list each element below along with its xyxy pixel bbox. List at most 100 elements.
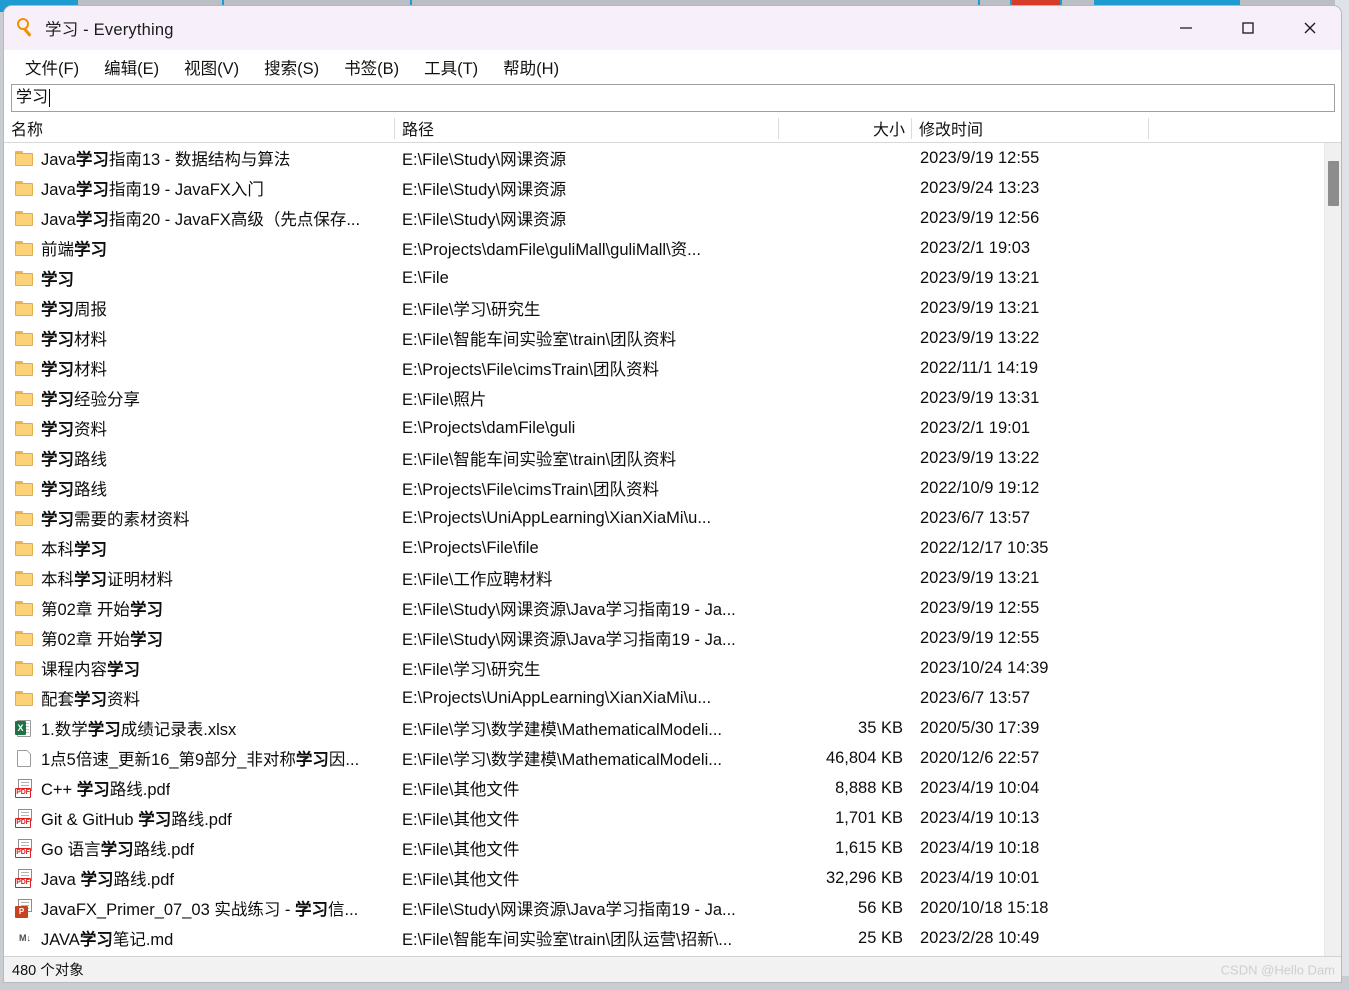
name-suffix: 路线.pdf [171,811,232,829]
table-row[interactable]: 前端学习 E:\Projects\damFile\guliMall\guliMal… [4,233,1324,263]
search-input[interactable]: 学习 [11,84,1335,112]
column-header-size[interactable]: 大小 [779,114,912,142]
name-prefix: Java [41,151,76,169]
table-row[interactable]: 学习路线 E:\Projects\File\cimsTrain\团队资料 2022/… [4,473,1324,503]
table-row[interactable]: 学习资料 E:\Projects\damFile\guli 2023/2/1 19:… [4,413,1324,443]
close-button[interactable] [1279,6,1341,50]
table-row[interactable]: 第02章 开始学习 E:\File\Study\网课资源\Java学习指南19 -… [4,593,1324,623]
table-row[interactable]: 学习材料 E:\File\智能车间实验室\train\团队资料 2023/9/19 … [4,323,1324,353]
table-row[interactable]: 学习周报 E:\File\学习\研究生 2023/9/19 13:21 [4,293,1324,323]
name-suffix: 周报 [74,301,107,319]
file-name-label: 第02章 开始学习 [41,596,163,620]
column-header-date[interactable]: 修改时间 [912,114,1149,142]
folder-icon [15,359,35,378]
table-row[interactable]: M↓ JAVA学习笔记.md E:\File\智能车间实验室\train\团队运营\… [4,923,1324,953]
menu-tools[interactable]: 工具(T) [415,52,487,82]
file-name-label: 前端学习 [41,236,107,260]
cell-name: 学习 [4,266,395,290]
name-prefix: Java [41,211,76,229]
name-suffix: 资料 [107,691,140,709]
menu-search[interactable]: 搜索(S) [255,52,328,82]
search-term-highlight: 学习 [79,931,113,949]
table-row[interactable]: 本科学习 E:\Projects\File\file 2022/12/17 10:3… [4,533,1324,563]
maximize-button[interactable] [1217,6,1279,50]
file-name-label: 学习材料 [41,356,107,380]
name-prefix: 前端 [41,241,74,259]
search-term-highlight: 学习 [41,421,74,439]
menu-edit[interactable]: 编辑(E) [95,52,168,82]
file-name-label: 课程内容学习 [41,656,140,680]
cell-name: P JavaFX_Primer_07_03 实战练习 - 学习信... [4,896,395,920]
file-name-label: Java学习指南13 - 数据结构与算法 [41,146,290,170]
column-header-date-label: 修改时间 [919,122,984,139]
name-suffix: 证明材料 [107,571,173,589]
table-row[interactable]: PDF C++ 学习路线.pdf E:\File\其他文件 8,888 KB 2023/… [4,773,1324,803]
menu-view[interactable]: 视图(V) [175,52,248,82]
menu-file[interactable]: 文件(F) [16,52,88,82]
file-name-label: 学习周报 [41,296,107,320]
cell-size: 25 KB [858,928,903,947]
file-name-label: 学习材料 [41,326,107,350]
results-list: Java学习指南13 - 数据结构与算法 E:\File\Study\网课资源 20… [4,143,1324,956]
search-term-highlight: 学习 [41,271,74,289]
cell-date: 2023/4/19 10:18 [920,838,1040,857]
vertical-scrollbar[interactable] [1324,143,1341,956]
cell-size: 35 KB [858,718,903,737]
cell-name: 学习需要的素材资料 [4,506,395,530]
file-name-label: Git & GitHub 学习路线.pdf [41,806,232,830]
search-bar-container: 学习 [4,84,1341,114]
table-row[interactable]: P JavaFX_Primer_07_03 实战练习 - 学习信... E:\Fil… [4,893,1324,923]
column-header-name[interactable]: 名称 [4,114,395,142]
cell-path: E:\File\智能车间实验室\train\团队资料 [402,451,677,469]
table-row[interactable]: 课程内容学习 E:\File\学习\研究生 2023/10/24 14:39 [4,653,1324,683]
table-row[interactable]: 学习材料 E:\Projects\File\cimsTrain\团队资料 2022/… [4,353,1324,383]
cell-date: 2023/9/24 13:23 [920,178,1040,197]
table-row[interactable]: X 1.数学学习成绩记录表.xlsx E:\File\学习\数学建模\Mathema… [4,713,1324,743]
menu-help[interactable]: 帮助(H) [494,52,568,82]
menu-bookmark[interactable]: 书签(B) [335,52,408,82]
minimize-button[interactable] [1155,6,1217,50]
cell-date: 2023/9/19 12:56 [920,208,1040,227]
table-row[interactable]: 第02章 开始学习 E:\File\Study\网课资源\Java学习指南19 -… [4,623,1324,653]
cell-size: 32,296 KB [825,868,903,887]
column-header-path[interactable]: 路径 [395,114,779,142]
name-prefix: Java [41,181,76,199]
table-row[interactable]: 学习 E:\File 2023/9/19 13:21 [4,263,1324,293]
table-row[interactable]: 本科学习证明材料 E:\File\工作应聘材料 2023/9/19 13:21 [4,563,1324,593]
folder-icon [15,509,35,528]
table-row[interactable]: 学习需要的素材资料 E:\Projects\UniAppLearning\Xian… [4,503,1324,533]
powerpoint-file-icon: P [15,898,35,918]
name-prefix: 配套 [41,691,74,709]
table-row[interactable]: Java学习指南13 - 数据结构与算法 E:\File\Study\网课资源 20… [4,143,1324,173]
file-name-label: 学习 [41,266,74,290]
search-term-highlight: 学习 [75,181,109,199]
folder-icon [15,329,35,348]
search-term-highlight: 学习 [74,241,107,259]
scrollbar-thumb[interactable] [1328,161,1339,206]
table-row[interactable]: 学习路线 E:\File\智能车间实验室\train\团队资料 2023/9/19 … [4,443,1324,473]
folder-icon [15,209,35,228]
cell-name: X 1.数学学习成绩记录表.xlsx [4,716,395,740]
table-row[interactable]: 学习经验分享 E:\File\照片 2023/9/19 13:31 [4,383,1324,413]
cell-date: 2022/11/1 14:19 [920,358,1039,377]
cell-name: 第02章 开始学习 [4,596,395,620]
search-term-highlight: 学习 [74,691,107,709]
file-name-label: 1点5倍速_更新16_第9部分_非对称学习因... [41,746,359,770]
search-term-highlight: 学习 [41,301,74,319]
cell-date: 2023/4/19 10:01 [920,868,1040,887]
table-row[interactable]: 配套学习资料 E:\Projects\UniAppLearning\XianXia… [4,683,1324,713]
table-row[interactable]: PDF Go 语言学习路线.pdf E:\File\其他文件 1,615 KB 2023… [4,833,1324,863]
cell-path: E:\File\Study\网课资源 [402,181,567,199]
table-row[interactable]: 1点5倍速_更新16_第9部分_非对称学习因... E:\File\学习\数学建模… [4,743,1324,773]
cell-path: E:\File\学习\研究生 [402,661,541,679]
cell-path: E:\Projects\UniAppLearning\XianXiaMi\u..… [402,508,712,527]
cell-size: 1,615 KB [835,838,903,857]
search-term-highlight: 学习 [41,331,74,349]
table-row[interactable]: PDF Java 学习路线.pdf E:\File\其他文件 32,296 KB 202… [4,863,1324,893]
table-row[interactable]: Java学习指南20 - JavaFX高级（先点保存... E:\File\Stu… [4,203,1324,233]
table-row[interactable]: Java学习指南19 - JavaFX入门 E:\File\Study\网课资源 2… [4,173,1324,203]
cell-size: 1,701 KB [835,808,903,827]
cell-name: PDF C++ 学习路线.pdf [4,776,395,800]
cell-date: 2022/12/17 10:35 [920,538,1049,557]
table-row[interactable]: PDF Git & GitHub 学习路线.pdf E:\File\其他文件 1,70… [4,803,1324,833]
